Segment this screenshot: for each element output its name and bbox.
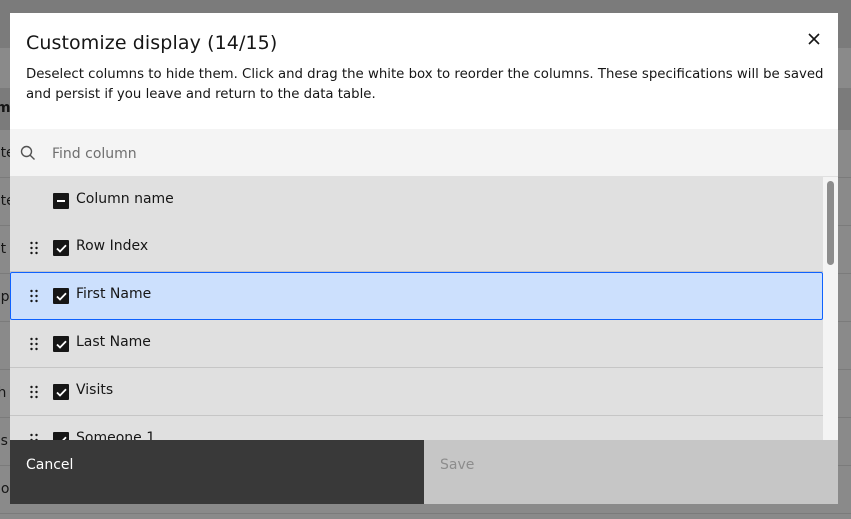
column-row-someone-1[interactable]: Someone 1: [10, 416, 823, 440]
find-column-input[interactable]: [50, 137, 814, 171]
drag-handle-icon[interactable]: [29, 433, 39, 440]
checkmark-icon: [55, 244, 67, 253]
checkmark-icon: [55, 340, 67, 349]
drag-handle-icon[interactable]: [29, 385, 39, 399]
column-checkbox[interactable]: [53, 432, 69, 440]
column-name-header: Column name: [76, 191, 174, 207]
modal-header: Customize display (14/15) Deselect colum…: [10, 13, 838, 129]
drag-handle-icon[interactable]: [29, 241, 39, 255]
column-label: Someone 1: [76, 430, 156, 440]
column-label: First Name: [76, 286, 152, 302]
column-label: Row Index: [76, 238, 149, 254]
save-button[interactable]: Save: [424, 440, 838, 504]
select-all-checkbox[interactable]: [53, 193, 69, 209]
column-row-last-name[interactable]: Last Name: [10, 320, 823, 368]
cancel-button[interactable]: Cancel: [10, 440, 424, 504]
column-checkbox[interactable]: [53, 288, 69, 304]
close-button[interactable]: [802, 27, 826, 51]
column-label: Visits: [76, 382, 114, 398]
modal-title: Customize display (14/15): [26, 32, 278, 54]
column-row-row-index[interactable]: Row Index: [10, 224, 823, 272]
column-list-scrollbar[interactable]: [823, 177, 838, 440]
column-row-first-name[interactable]: First Name: [10, 272, 823, 320]
column-label: Last Name: [76, 334, 151, 350]
modal-footer: Cancel Save: [10, 440, 838, 504]
close-icon: [808, 33, 820, 45]
customize-display-modal: Customize display (14/15) Deselect colum…: [10, 13, 838, 504]
column-checkbox[interactable]: [53, 384, 69, 400]
search-icon: [20, 145, 35, 160]
checkmark-icon: [55, 388, 67, 397]
scrollbar-thumb[interactable]: [827, 181, 834, 265]
column-row-visits[interactable]: Visits: [10, 368, 823, 416]
checkmark-icon: [55, 292, 67, 301]
drag-handle-icon[interactable]: [29, 289, 39, 303]
column-list: Column name Row Index First Name Last Na…: [10, 177, 823, 440]
modal-description: Deselect columns to hide them. Click and…: [26, 67, 824, 102]
column-checkbox[interactable]: [53, 336, 69, 352]
indeterminate-icon: [57, 200, 65, 202]
drag-handle-icon[interactable]: [29, 337, 39, 351]
column-list-header: Column name: [10, 177, 823, 225]
column-checkbox[interactable]: [53, 240, 69, 256]
search-bar: [10, 129, 838, 177]
